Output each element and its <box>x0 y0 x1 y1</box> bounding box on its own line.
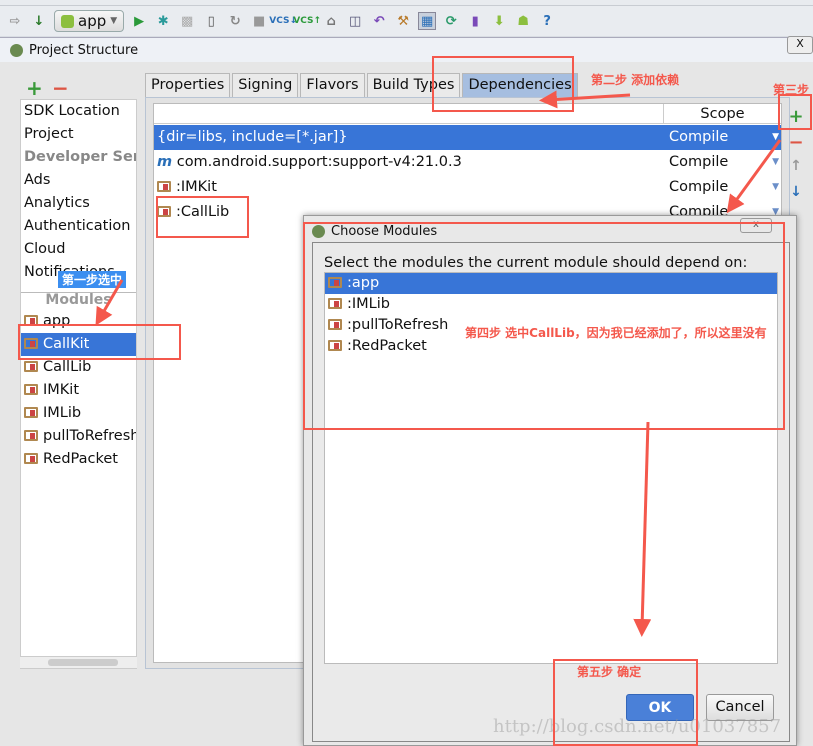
arrow-step5 <box>633 421 652 637</box>
arrow-step2 <box>539 90 631 109</box>
annotation-arrows <box>95 90 782 637</box>
arrow-step1 <box>95 279 124 326</box>
arrow-step3 <box>726 139 782 214</box>
